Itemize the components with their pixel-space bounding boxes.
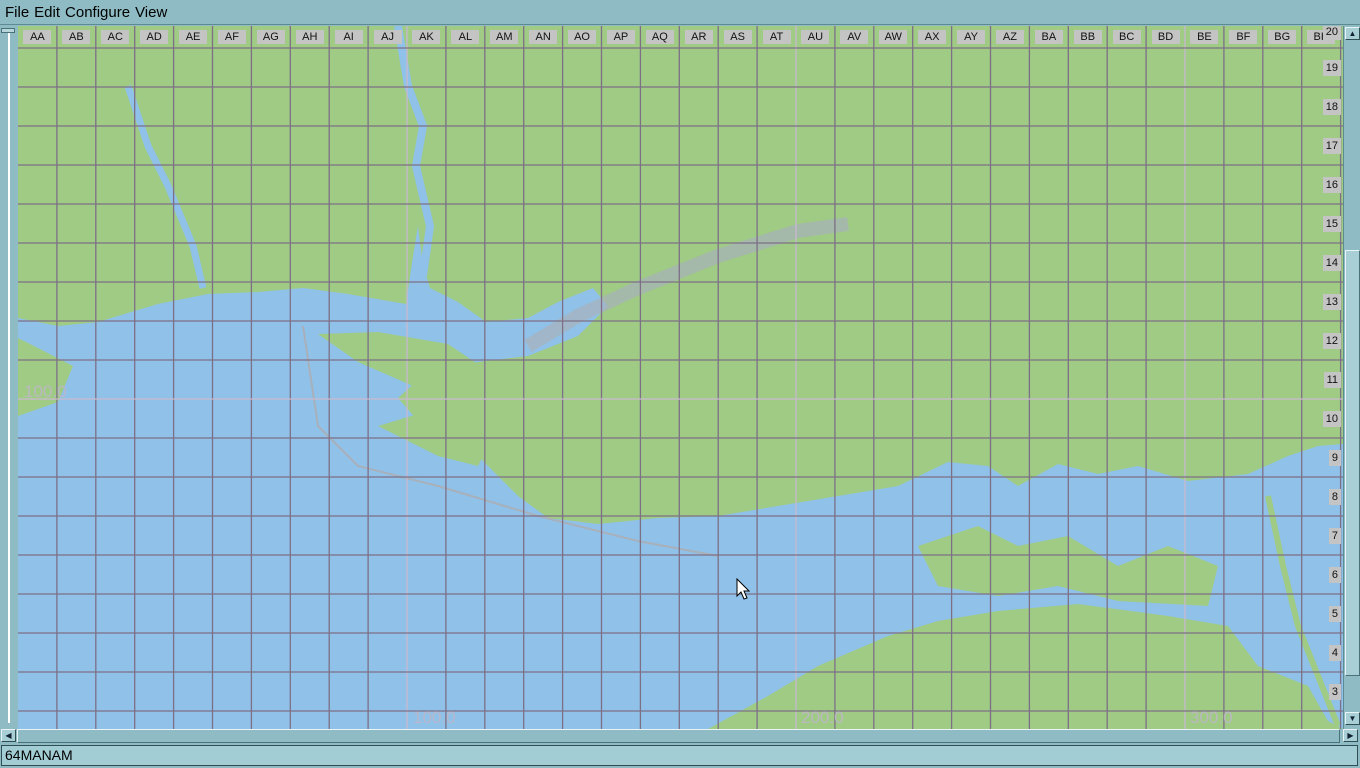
horizontal-scrollbar[interactable]: ◀ ▶: [0, 729, 1360, 743]
column-label: AJ: [373, 30, 402, 44]
row-label: 15: [1322, 215, 1341, 232]
grid-label-x-300: 300.0: [1190, 708, 1233, 727]
row-label: 20: [1322, 26, 1341, 40]
column-label: AZ: [995, 30, 1024, 44]
column-label: AU: [801, 30, 830, 44]
column-label: AA: [23, 30, 52, 44]
scroll-right-arrow-icon[interactable]: ▶: [1343, 729, 1358, 742]
menu-view[interactable]: View: [135, 4, 167, 21]
column-label: AV: [840, 30, 869, 44]
map-view[interactable]: AA AB AC AD AE AF AG AH AI AJ AK AL AM AN AO AP AQ AR AS AT…: [18, 26, 1343, 729]
column-label: AT: [762, 30, 791, 44]
row-label: 11: [1323, 371, 1341, 388]
column-label: AO: [568, 30, 597, 44]
column-label: BG: [1268, 30, 1297, 44]
grid-label-x-200: 200.0: [801, 708, 844, 727]
column-label: BD: [1151, 30, 1180, 44]
column-label: BB: [1073, 30, 1102, 44]
scroll-up-arrow-icon[interactable]: ▲: [1345, 27, 1360, 40]
column-label: AR: [684, 30, 713, 44]
vertical-scrollbar[interactable]: ▲ ▼: [1343, 26, 1360, 729]
column-label: AP: [606, 30, 635, 44]
column-label: AK: [412, 30, 441, 44]
row-label: 17: [1322, 137, 1341, 154]
map-terrain: [18, 26, 1343, 729]
column-label: BF: [1229, 30, 1258, 44]
menu-configure[interactable]: Configure: [65, 4, 130, 21]
column-label: AQ: [645, 30, 674, 44]
column-label: BE: [1190, 30, 1219, 44]
column-label: AM: [490, 30, 519, 44]
column-label: AS: [723, 30, 752, 44]
row-label: 19: [1322, 59, 1341, 76]
row-label: 12: [1322, 332, 1341, 349]
row-label: 3: [1328, 683, 1341, 700]
river-west: [124, 84, 207, 289]
grid-label-x-100: 100.0: [413, 708, 456, 727]
row-label: 14: [1322, 254, 1341, 271]
column-label: BA: [1034, 30, 1063, 44]
row-label: 6: [1328, 566, 1341, 583]
column-label: AW: [879, 30, 908, 44]
column-label: AN: [529, 30, 558, 44]
column-label: AB: [62, 30, 91, 44]
row-label: 16: [1322, 176, 1341, 193]
row-label: 4: [1328, 644, 1341, 661]
column-label: AH: [295, 30, 324, 44]
row-label: 18: [1322, 98, 1341, 115]
row-label: 8: [1328, 488, 1341, 505]
menu-edit[interactable]: Edit: [34, 4, 60, 21]
row-label: 5: [1328, 605, 1341, 622]
river-north: [394, 26, 435, 277]
column-label: AD: [140, 30, 169, 44]
left-ruler: [0, 26, 18, 729]
column-label: AI: [334, 30, 363, 44]
ruler-line: [8, 33, 10, 723]
column-label: AF: [217, 30, 246, 44]
column-label: AL: [451, 30, 480, 44]
scroll-down-arrow-icon[interactable]: ▼: [1345, 712, 1360, 725]
status-bar: 64MANAM: [1, 745, 1358, 766]
column-label: AX: [918, 30, 947, 44]
scroll-left-arrow-icon[interactable]: ◀: [1, 729, 16, 742]
row-label: 7: [1328, 527, 1341, 544]
column-label: AG: [256, 30, 285, 44]
row-label: 9: [1328, 449, 1341, 466]
column-label: AC: [101, 30, 130, 44]
column-label: BC: [1112, 30, 1141, 44]
horizontal-scroll-thumb[interactable]: [17, 729, 1340, 743]
column-label: AE: [179, 30, 208, 44]
menu-file[interactable]: File: [5, 4, 29, 21]
column-label: AY: [957, 30, 986, 44]
row-label: 10: [1322, 410, 1341, 427]
row-label: 13: [1322, 293, 1341, 310]
grid-label-y-100: 100.0: [24, 382, 67, 401]
menu-bar: File Edit Configure View: [0, 0, 1360, 24]
mouse-cursor-icon: [736, 578, 750, 600]
vertical-scroll-thumb[interactable]: [1345, 250, 1360, 676]
